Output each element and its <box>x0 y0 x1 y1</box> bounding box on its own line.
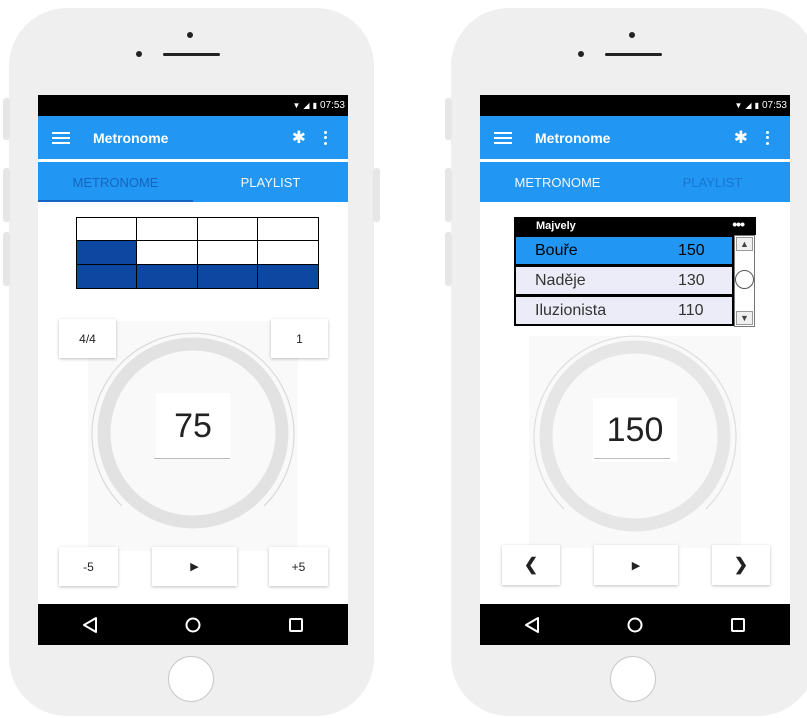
song-name: Bouře <box>535 241 578 259</box>
time-signature-button[interactable]: 4/4 <box>59 319 116 358</box>
playlist-header: Majvely ••• <box>514 216 756 235</box>
subdivision-button[interactable]: 1 <box>271 319 328 358</box>
playlist-scrollbar[interactable]: ▲ ▼ <box>734 235 755 327</box>
play-button[interactable]: ▶ <box>152 547 237 586</box>
scroll-thumb[interactable] <box>735 270 754 289</box>
phone-camera <box>629 32 635 38</box>
phone-side-button <box>445 168 452 222</box>
tempo-underline <box>594 458 670 459</box>
back-icon[interactable] <box>81 616 99 634</box>
phone-frame-metronome: ▼ ◢ ▮ 07:53 Metronome ✱ METRONOME PLAYLI… <box>3 8 380 716</box>
home-icon[interactable] <box>626 616 644 634</box>
song-tempo: 150 <box>678 241 705 259</box>
more-options-icon[interactable]: ••• <box>732 216 745 232</box>
tempo-value[interactable]: 75 <box>156 393 230 459</box>
phone-speaker <box>605 53 662 56</box>
playlist-screen: ▼ ◢ ▮ 07:53 Metronome ✱ METRONOME PLAYLI… <box>480 95 790 645</box>
recents-icon[interactable] <box>287 616 305 634</box>
song-row[interactable]: Iluzionista 110 <box>514 295 734 326</box>
previous-song-button[interactable]: ❮ <box>502 545 560 585</box>
phone-camera <box>187 32 193 38</box>
phone-sensor <box>136 51 142 57</box>
tempo-value[interactable]: 150 <box>593 398 677 462</box>
phone-side-button <box>3 168 10 222</box>
scroll-down-icon[interactable]: ▼ <box>736 311 753 325</box>
android-nav-bar <box>480 604 790 645</box>
plus-5-button[interactable]: +5 <box>269 547 328 586</box>
song-tempo: 110 <box>678 301 704 319</box>
phone-frame-playlist: ▼ ◢ ▮ 07:53 Metronome ✱ METRONOME PLAYLI… <box>445 8 807 716</box>
song-name: Iluzionista <box>535 301 607 319</box>
home-icon[interactable] <box>184 616 202 634</box>
phone-side-button <box>373 168 380 222</box>
tempo-underline <box>154 458 230 459</box>
phone-home-button[interactable] <box>168 656 214 702</box>
metronome-screen: ▼ ◢ ▮ 07:53 Metronome ✱ METRONOME PLAYLI… <box>38 95 348 645</box>
recents-icon[interactable] <box>729 616 747 634</box>
phone-speaker <box>163 53 220 56</box>
phone-side-button <box>3 232 10 286</box>
song-row[interactable]: Naděje 130 <box>514 265 734 296</box>
scroll-up-icon[interactable]: ▲ <box>736 237 753 251</box>
playlist-popup: Majvely ••• Bouře 150 Naděje 130 Iluzionista… <box>514 216 756 336</box>
next-song-button[interactable]: ❯ <box>712 545 770 585</box>
song-name: Naděje <box>535 271 586 289</box>
play-button[interactable]: ▶ <box>594 545 678 585</box>
phone-side-button <box>3 98 10 140</box>
phone-side-button <box>445 232 452 286</box>
back-icon[interactable] <box>523 616 541 634</box>
playlist-name: Majvely <box>536 220 576 232</box>
phone-sensor <box>578 51 584 57</box>
minus-5-button[interactable]: -5 <box>59 547 118 586</box>
phone-side-button <box>445 98 452 140</box>
song-tempo: 130 <box>678 271 705 289</box>
song-list: Bouře 150 Naděje 130 Iluzionista 110 <box>514 235 734 326</box>
android-nav-bar <box>38 604 348 645</box>
song-row[interactable]: Bouře 150 <box>514 235 734 266</box>
phone-home-button[interactable] <box>610 656 656 702</box>
